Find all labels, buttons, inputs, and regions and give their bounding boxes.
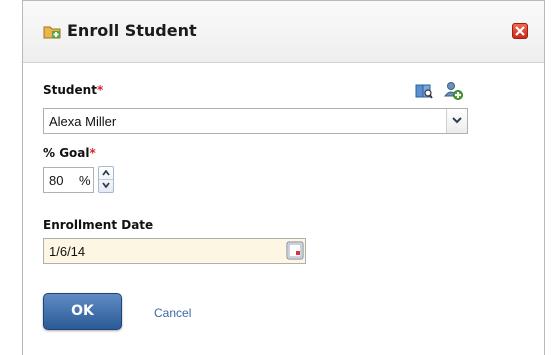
chevron-down-icon[interactable] [102,182,110,188]
required-marker: * [96,83,104,97]
chevron-up-icon[interactable] [102,170,110,176]
dialog-title: Enroll Student [67,21,197,40]
cancel-link[interactable]: Cancel [154,306,191,320]
ok-button-label: OK [71,303,94,319]
stepper-divider [99,179,113,180]
enroll-student-dialog: Enroll Student Student* Alexa Miller % G… [22,0,545,355]
enrollment-date-value: 1/6/14 [49,244,86,259]
student-select-arrow[interactable] [446,109,467,133]
goal-value: 80 [49,173,64,188]
student-select-value: Alexa Miller [49,114,117,129]
student-select[interactable]: Alexa Miller [43,108,468,134]
goal-label: % Goal* [43,146,96,160]
ok-button[interactable]: OK [43,293,122,330]
close-icon [515,26,525,36]
calendar-icon[interactable] [286,241,304,260]
goal-unit: % [79,173,91,188]
enroll-folder-icon [43,26,61,39]
enrollment-date-input[interactable]: 1/6/14 [43,238,306,264]
dialog-titlebar: Enroll Student [23,1,544,63]
enrollment-date-label: Enrollment Date [43,218,154,232]
lookup-book-icon[interactable] [415,83,433,99]
goal-stepper[interactable] [98,166,114,193]
add-user-icon[interactable] [444,81,463,100]
close-button[interactable] [512,23,528,39]
goal-input[interactable]: 80 % [43,167,94,193]
chevron-down-icon [452,117,462,124]
student-label: Student* [43,83,104,97]
required-marker: * [89,146,96,160]
